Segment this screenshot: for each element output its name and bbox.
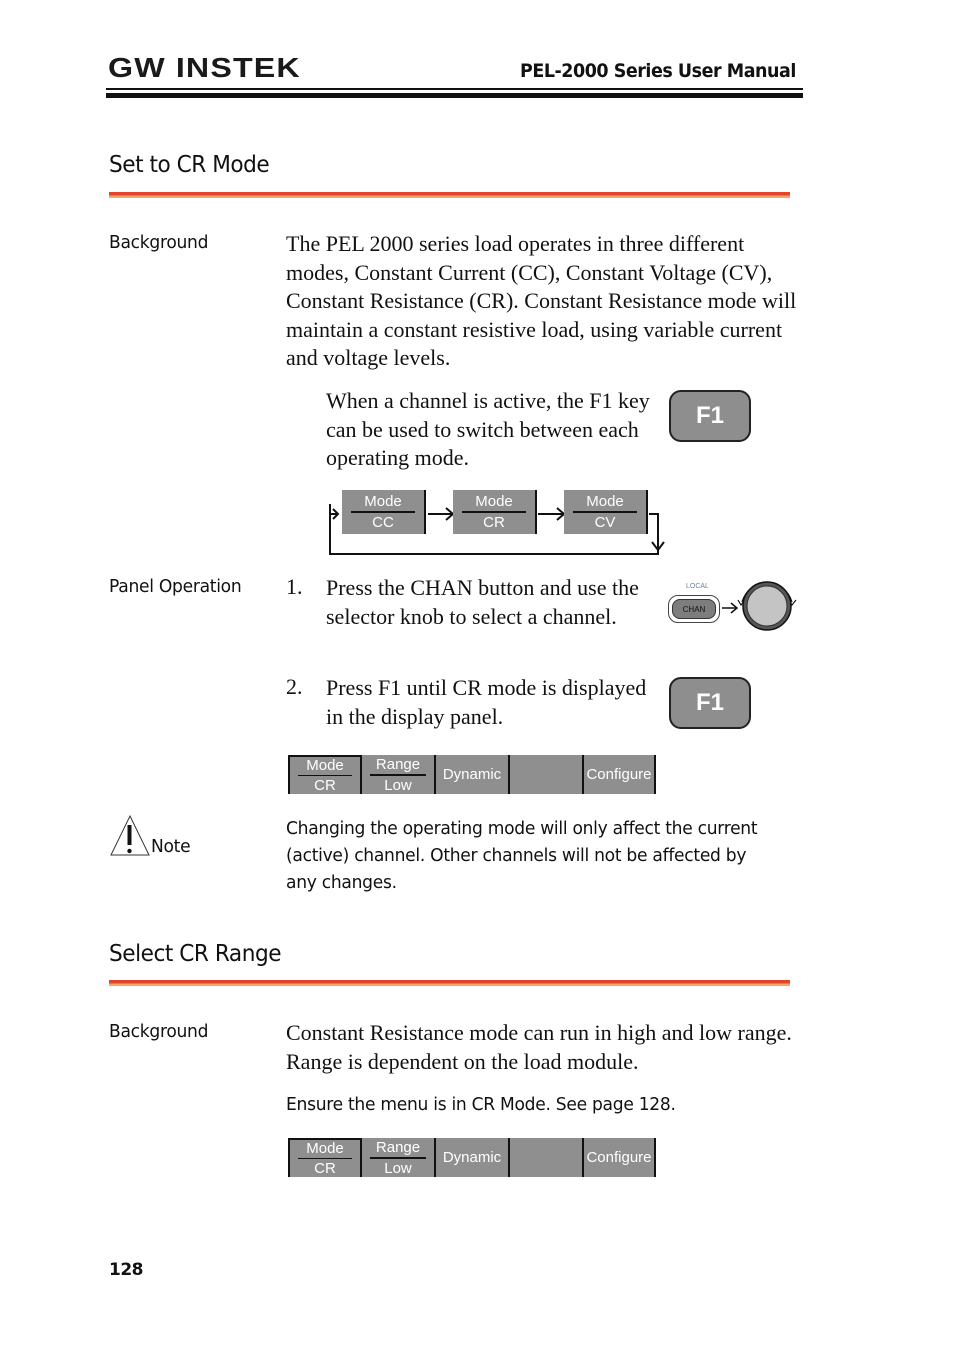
gw-instek-logo: GW INSTEK — [108, 52, 301, 83]
softkey-dynamic-label: Dynamic — [442, 1149, 502, 1166]
background-text: The PEL 2000 series load operates in thr… — [286, 231, 797, 370]
mode-cycle-diagram: Mode CC Mode CR Mode CV — [325, 488, 670, 560]
panel-operation-label: Panel Operation — [109, 576, 242, 597]
step-2-number: 2. — [286, 674, 303, 699]
warning-icon — [110, 814, 150, 856]
softkey-blank — [510, 1138, 584, 1177]
softkey-dynamic-label: Dynamic — [442, 766, 502, 783]
softkey-mode-top: Mode — [306, 1140, 344, 1157]
background-label: Background — [109, 232, 209, 253]
divider — [297, 775, 353, 776]
mode-cc-top: Mode — [364, 493, 402, 510]
header-rule-thick — [106, 93, 803, 98]
section-rule — [109, 980, 790, 986]
divider — [369, 1156, 427, 1159]
mode-cr-bottom: CR — [483, 514, 505, 531]
mode-cc-bottom: CC — [372, 514, 394, 531]
softkey-mode: Mode CR — [288, 755, 362, 794]
f1-note-text: When a channel is active, the F1 key can… — [326, 388, 650, 470]
note-text: Changing the operating mode will only af… — [286, 818, 758, 893]
softkey-mode: Mode CR — [288, 1138, 362, 1177]
chan-button-icon: CHAN — [672, 599, 716, 619]
divider — [351, 511, 415, 513]
f1-key-icon: F1 — [669, 390, 751, 442]
ensure-text: Ensure the menu is in CR Mode. See page … — [286, 1094, 676, 1115]
softkey-dynamic: Dynamic — [436, 755, 510, 794]
note-label: Note — [151, 836, 191, 857]
selector-knob-icon — [722, 581, 797, 631]
background-label: Background — [109, 1021, 209, 1042]
local-label: LOCAL — [686, 583, 709, 590]
softkey-configure-label: Configure — [586, 1149, 652, 1166]
mode-cv-bottom: CV — [594, 514, 616, 531]
softkey-range-top: Range — [375, 1138, 421, 1156]
softkey-dynamic: Dynamic — [436, 1138, 510, 1177]
header-rule — [106, 88, 803, 90]
softkey-bar: Mode CR Range Low Dynamic Configure — [288, 755, 656, 794]
divider — [573, 511, 637, 513]
softkey-range: Range Low — [362, 1138, 436, 1177]
mode-cv-top: Mode — [586, 493, 624, 510]
step-2-text: Press F1 until CR mode is displayed in t… — [326, 675, 647, 729]
mode-cr-box: Mode CR — [453, 490, 537, 534]
mode-cc-box: Mode CC — [342, 490, 426, 534]
step-1-number: 1. — [286, 574, 303, 599]
softkey-range: Range Low — [362, 755, 436, 794]
softkey-mode-bottom: CR — [314, 777, 336, 794]
softkey-range-top: Range — [375, 755, 421, 773]
softkey-bar: Mode CR Range Low Dynamic Configure — [288, 1138, 656, 1177]
divider — [369, 773, 427, 776]
section-title-set-cr-mode: Set to CR Mode — [109, 152, 270, 178]
page-number: 128 — [109, 1260, 144, 1280]
divider — [462, 511, 526, 513]
softkey-blank — [510, 755, 584, 794]
softkey-range-bottom: Low — [384, 776, 412, 794]
background-text: Constant Resistance mode can run in high… — [286, 1020, 792, 1074]
divider — [297, 1158, 353, 1159]
softkey-mode-bottom: CR — [314, 1160, 336, 1177]
softkey-configure: Configure — [584, 755, 656, 794]
softkey-range-bottom: Low — [384, 1159, 412, 1177]
chan-knob-diagram: LOCAL CHAN — [666, 578, 806, 638]
mode-cr-top: Mode — [475, 493, 513, 510]
softkey-configure-label: Configure — [586, 766, 652, 783]
f1-key-icon: F1 — [669, 677, 751, 729]
softkey-mode-top: Mode — [306, 757, 344, 774]
mode-cv-box: Mode CV — [564, 490, 648, 534]
step-1-text: Press the CHAN button and use the select… — [326, 575, 639, 629]
softkey-configure: Configure — [584, 1138, 656, 1177]
section-rule — [109, 192, 790, 198]
section-title-select-cr-range: Select CR Range — [109, 941, 282, 967]
manual-title: PEL-2000 Series User Manual — [520, 60, 796, 82]
